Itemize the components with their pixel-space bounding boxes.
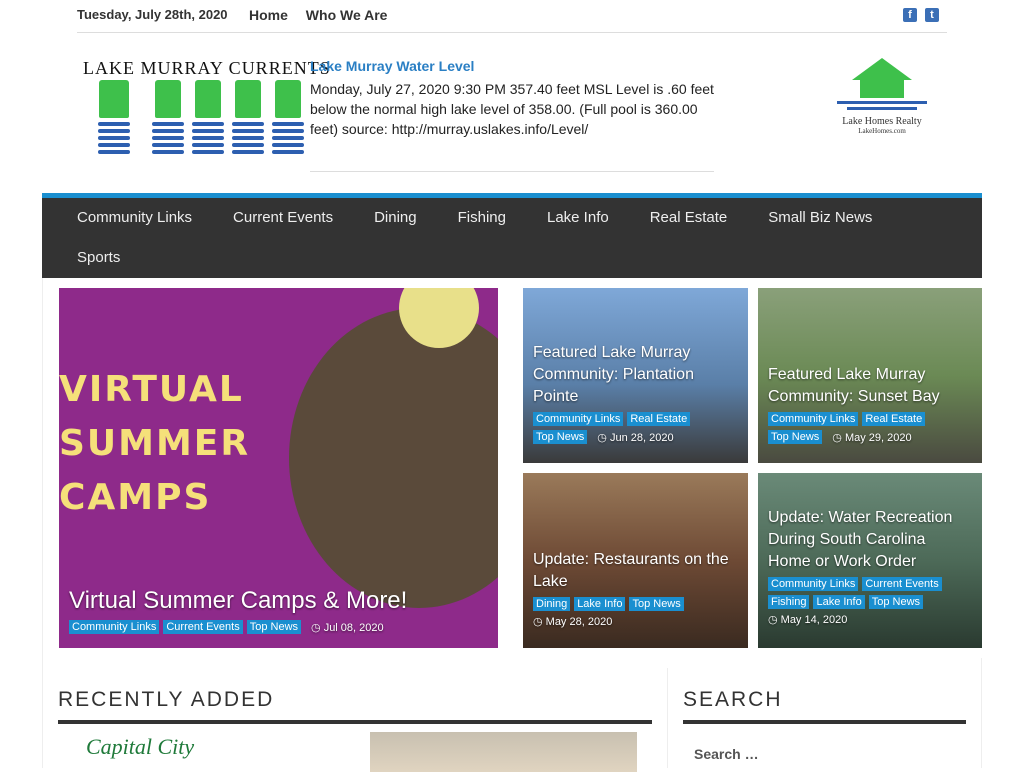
nav-sports[interactable]: Sports [77,238,120,278]
water-level-widget: Lake Murray Water Level Monday, July 27,… [310,58,714,172]
tag-dining[interactable]: Dining [533,597,571,611]
current-date: Tuesday, July 28th, 2020 [77,7,228,22]
nav-fishing[interactable]: Fishing [458,198,506,238]
tag-top-news[interactable]: Top News [246,620,302,634]
column-divider [667,668,668,768]
realty-url: LakeHomes.com [858,127,906,135]
tag-current-events[interactable]: Current Events [862,577,942,591]
nav-real-estate[interactable]: Real Estate [650,198,728,238]
nav-who-we-are[interactable]: Who We Are [306,7,388,23]
nav-dining[interactable]: Dining [374,198,417,238]
post-title[interactable]: Featured Lake Murray Community: Plantati… [533,342,738,408]
tag-community-links[interactable]: Community Links [768,412,859,426]
post-title[interactable]: Update: Water Recreation During South Ca… [768,507,972,573]
recently-added-section: RECENTLY ADDED Capital City [58,688,652,772]
photo-placeholder [289,308,498,608]
featured-grid: VIRTUAL SUMMER CAMPS Virtual Summer Camp… [42,278,982,658]
featured-post-large[interactable]: VIRTUAL SUMMER CAMPS Virtual Summer Camp… [59,288,498,648]
post-date: May 28, 2020 [533,615,613,628]
top-nav: Home Who We Are [249,7,401,23]
nav-lake-info[interactable]: Lake Info [547,198,609,238]
main-navigation: Community Links Current Events Dining Fi… [42,193,982,278]
nav-current-events[interactable]: Current Events [233,198,333,238]
tag-real-estate[interactable]: Real Estate [862,412,926,426]
post-date: Jun 28, 2020 [597,431,674,444]
tag-lake-info[interactable]: Lake Info [813,595,865,609]
virtual-camps-art: VIRTUAL SUMMER CAMPS [59,369,251,518]
tag-real-estate[interactable]: Real Estate [627,412,691,426]
water-level-heading[interactable]: Lake Murray Water Level [310,58,714,74]
post-title[interactable]: Featured Lake Murray Community: Sunset B… [768,364,972,408]
top-bar: Tuesday, July 28th, 2020 Home Who We Are… [77,0,947,33]
tag-fishing[interactable]: Fishing [768,595,810,609]
tag-community-links[interactable]: Community Links [69,620,160,634]
featured-post[interactable]: Update: Water Recreation During South Ca… [758,473,982,648]
social-links: f t [903,8,939,22]
capital-city-logo[interactable]: Capital City [86,734,194,760]
tag-top-news[interactable]: Top News [768,430,823,444]
recently-added-heading: RECENTLY ADDED [58,688,275,711]
search-heading: SEARCH [683,688,783,711]
house-icon [852,58,912,80]
facebook-icon[interactable]: f [903,8,917,22]
tag-top-news[interactable]: Top News [868,595,924,609]
featured-post[interactable]: Update: Restaurants on the Lake Dining L… [523,473,748,648]
tag-community-links[interactable]: Community Links [768,577,859,591]
site-title: LAKE MURRAY CURRENTS [83,58,331,78]
post-date: May 29, 2020 [832,431,912,444]
site-logo[interactable]: LAKE MURRAY CURRENTS [83,58,331,168]
tag-top-news[interactable]: Top News [629,597,684,611]
post-title[interactable]: Update: Restaurants on the Lake [533,549,738,593]
tag-lake-info[interactable]: Lake Info [574,597,626,611]
nav-community-links[interactable]: Community Links [77,198,192,238]
nav-home[interactable]: Home [249,7,288,23]
logo-graphic [98,80,304,154]
tag-community-links[interactable]: Community Links [533,412,624,426]
realty-name: Lake Homes Realty [842,116,922,127]
post-date: May 14, 2020 [768,613,848,626]
post-date: Jul 08, 2020 [311,621,384,634]
tag-top-news[interactable]: Top News [533,430,588,444]
nav-small-biz-news[interactable]: Small Biz News [768,198,872,238]
post-title[interactable]: Virtual Summer Camps & More! [69,586,488,616]
search-section: SEARCH Search … [683,688,966,762]
post-thumbnail[interactable] [370,732,637,772]
twitter-icon[interactable]: t [925,8,939,22]
water-level-text: Monday, July 27, 2020 9:30 PM 357.40 fee… [310,81,714,137]
featured-post[interactable]: Featured Lake Murray Community: Plantati… [523,288,748,463]
tag-current-events[interactable]: Current Events [163,620,243,634]
featured-post[interactable]: Featured Lake Murray Community: Sunset B… [758,288,982,463]
search-input[interactable]: Search … [694,746,966,762]
lake-homes-realty-ad[interactable]: Lake Homes Realty LakeHomes.com [832,58,932,148]
